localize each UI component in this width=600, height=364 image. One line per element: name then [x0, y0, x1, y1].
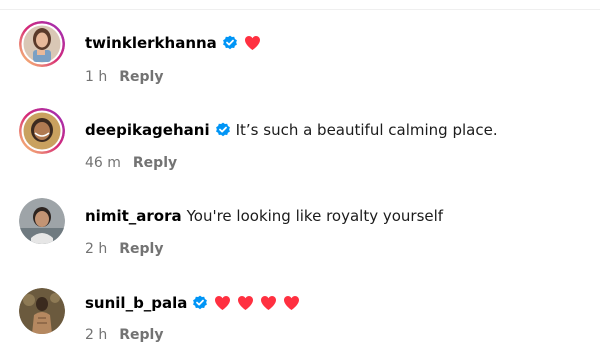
heart-emojis	[244, 35, 267, 51]
heart-icon	[261, 296, 277, 310]
heart-icon	[284, 296, 300, 310]
verified-badge-icon	[215, 122, 230, 137]
comment-text: It’s such a beautiful calming place.	[235, 121, 498, 139]
comment-timestamp: 1 h	[85, 69, 108, 85]
reply-button[interactable]: Reply	[133, 154, 177, 172]
avatar-photo	[19, 198, 65, 244]
avatar-photo	[19, 21, 65, 67]
heart-icon	[215, 296, 231, 310]
heart-emojis	[214, 295, 306, 311]
verified-badge-icon	[222, 35, 237, 50]
comment-timestamp: 46 m	[85, 155, 121, 171]
comment-username[interactable]: twinklerkhanna	[85, 33, 217, 53]
divider	[0, 9, 600, 10]
heart-icon	[244, 36, 260, 50]
reply-button[interactable]: Reply	[119, 68, 163, 86]
heart-icon	[238, 296, 254, 310]
reply-button[interactable]: Reply	[119, 240, 163, 258]
comment-text: You're looking like royalty yourself	[186, 207, 444, 225]
avatar[interactable]	[19, 21, 65, 67]
avatar[interactable]	[19, 288, 65, 334]
avatar[interactable]	[19, 198, 65, 244]
comment-timestamp: 2 h	[85, 327, 108, 343]
comment-username[interactable]: deepikagehani	[85, 120, 210, 140]
verified-badge-icon	[193, 295, 208, 310]
avatar-photo	[19, 108, 65, 154]
avatar-photo	[19, 288, 65, 334]
avatar[interactable]	[19, 108, 65, 154]
comment-username[interactable]: sunil_b_pala	[85, 293, 187, 313]
reply-button[interactable]: Reply	[119, 326, 163, 344]
comment-username[interactable]: nimit_arora	[85, 206, 182, 226]
comments-panel: twinklerkhanna 1 h Reply deepikagehani I…	[0, 0, 600, 364]
comment-timestamp: 2 h	[85, 241, 108, 257]
